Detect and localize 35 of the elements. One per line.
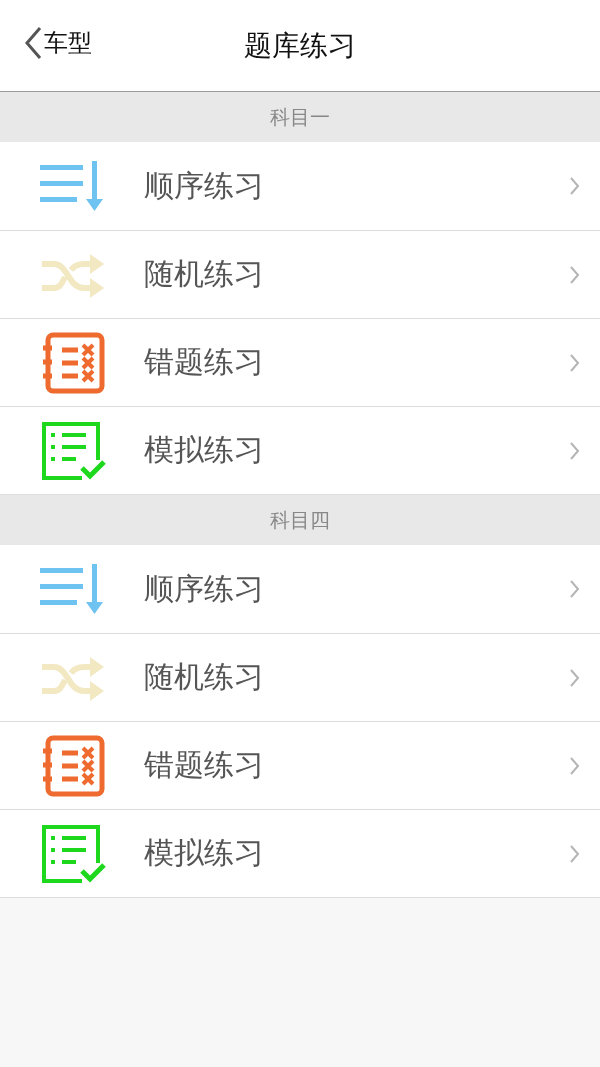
practice-row[interactable]: 顺序练习	[0, 142, 600, 230]
section-header: 科目四	[0, 495, 600, 545]
list-down-arrow-icon	[40, 161, 106, 211]
notebook-crosses-icon	[40, 734, 106, 797]
chevron-right-icon	[570, 756, 580, 775]
chevron-right-icon	[570, 441, 580, 460]
section-header: 科目一	[0, 92, 600, 142]
practice-row[interactable]: 模拟练习	[0, 809, 600, 897]
checklist-icon	[40, 822, 106, 885]
chevron-right-icon	[570, 580, 580, 598]
practice-label: 顺序练习	[144, 166, 265, 205]
practice-label: 模拟练习	[144, 834, 265, 872]
notebook-crosses-icon	[40, 331, 106, 394]
practice-label: 错题练习	[144, 343, 265, 381]
checklist-icon	[40, 419, 106, 482]
list-down-arrow-icon	[40, 564, 106, 614]
chevron-right-icon	[570, 265, 580, 284]
practice-row[interactable]: 随机练习	[0, 633, 600, 721]
practice-label: 模拟练习	[144, 431, 265, 469]
chevron-right-icon	[570, 177, 580, 195]
practice-row[interactable]: 模拟练习	[0, 406, 600, 494]
practice-row[interactable]: 错题练习	[0, 721, 600, 809]
practice-label: 顺序练习	[144, 569, 265, 608]
back-chevron-icon	[24, 26, 42, 60]
practice-label: 错题练习	[144, 746, 265, 784]
back-button[interactable]: 车型	[24, 26, 92, 60]
chevron-right-icon	[570, 668, 580, 687]
practice-label: 随机练习	[144, 658, 265, 696]
chevron-right-icon	[570, 844, 580, 863]
practice-row[interactable]: 顺序练习	[0, 545, 600, 633]
practice-row[interactable]: 随机练习	[0, 230, 600, 318]
page-title: 题库练习	[244, 27, 356, 64]
practice-label: 随机练习	[144, 255, 265, 293]
practice-row[interactable]: 错题练习	[0, 318, 600, 406]
chevron-right-icon	[570, 353, 580, 372]
